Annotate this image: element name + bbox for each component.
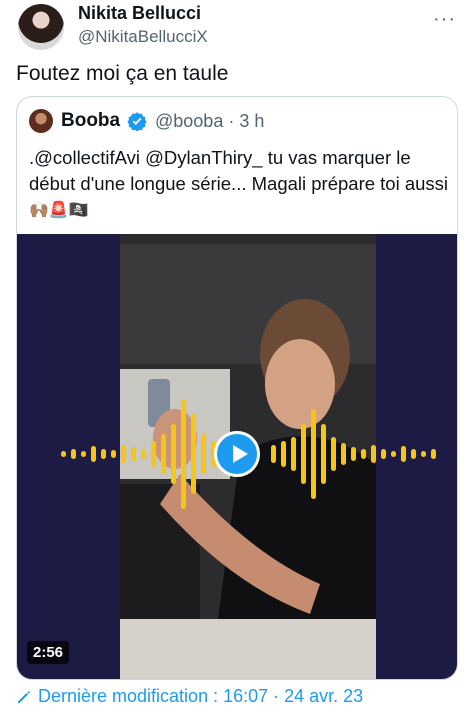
waveform-bar [161, 434, 166, 474]
waveform-bar [91, 446, 96, 462]
waveform-bar [151, 441, 156, 467]
edited-timestamp-text: Dernière modification : 16:07 · 24 avr. … [38, 686, 364, 706]
waveform-bar [171, 424, 176, 484]
more-options-icon[interactable]: ··· [433, 8, 456, 31]
waveform-bar [401, 446, 406, 462]
waveform-bar [201, 434, 206, 474]
video-player[interactable]: 2:56 [17, 234, 457, 679]
quoted-text-body: .@collectifAvi @DylanThiry_ tu vas marqu… [29, 147, 449, 194]
emoji-sequence: 🙌🏽🚨🏴‍☠️ [29, 202, 89, 220]
waveform-bar [331, 437, 336, 471]
waveform-bar [111, 450, 116, 458]
tweet-text: Foutez moi ça en taule [16, 62, 229, 85]
waveform-bar [291, 437, 296, 471]
waveform-bar [271, 445, 276, 463]
author-handle[interactable]: @NikitaBellucciX [78, 27, 208, 47]
waveform-bar [411, 449, 416, 459]
author-avatar[interactable] [18, 4, 64, 50]
waveform-bar [341, 443, 346, 465]
waveform-bar [421, 451, 426, 457]
quoted-tweet-text: .@collectifAvi @DylanThiry_ tu vas marqu… [29, 145, 449, 224]
quoted-author-name[interactable]: Booba [61, 110, 120, 132]
waveform-bar [351, 447, 356, 461]
waveform-bar [301, 424, 306, 484]
video-duration-badge: 2:56 [27, 641, 70, 664]
quoted-author-avatar[interactable] [29, 109, 53, 133]
play-button[interactable] [214, 431, 260, 477]
waveform-bar [61, 451, 66, 457]
quoted-author-handle-time[interactable]: @booba · 3 h [155, 111, 264, 132]
waveform-bar [361, 449, 366, 459]
waveform-bar [71, 449, 76, 459]
tweet-header: Nikita Bellucci @NikitaBellucciX ··· [0, 0, 474, 60]
waveform-bar [381, 449, 386, 459]
quoted-tweet[interactable]: Booba @booba · 3 h .@collectifAvi @Dylan… [16, 96, 458, 680]
waveform-bar [101, 449, 106, 459]
waveform-bar [391, 451, 396, 457]
waveform-bar [141, 449, 146, 459]
waveform-bar [181, 399, 186, 509]
waveform-bar [121, 445, 126, 463]
pencil-icon [18, 690, 30, 703]
play-icon [233, 445, 248, 463]
verified-badge-icon [127, 112, 147, 131]
waveform-bar [371, 445, 376, 463]
waveform-bar [131, 447, 136, 461]
waveform-bar [281, 441, 286, 467]
author-name[interactable]: Nikita Bellucci [78, 3, 201, 24]
waveform-bar [311, 409, 316, 499]
edited-timestamp[interactable]: Dernière modification : 16:07 · 24 avr. … [16, 686, 363, 707]
waveform-bar [321, 424, 326, 484]
waveform-bar [431, 449, 436, 459]
waveform-bar [81, 451, 86, 457]
waveform-bar [191, 414, 196, 494]
